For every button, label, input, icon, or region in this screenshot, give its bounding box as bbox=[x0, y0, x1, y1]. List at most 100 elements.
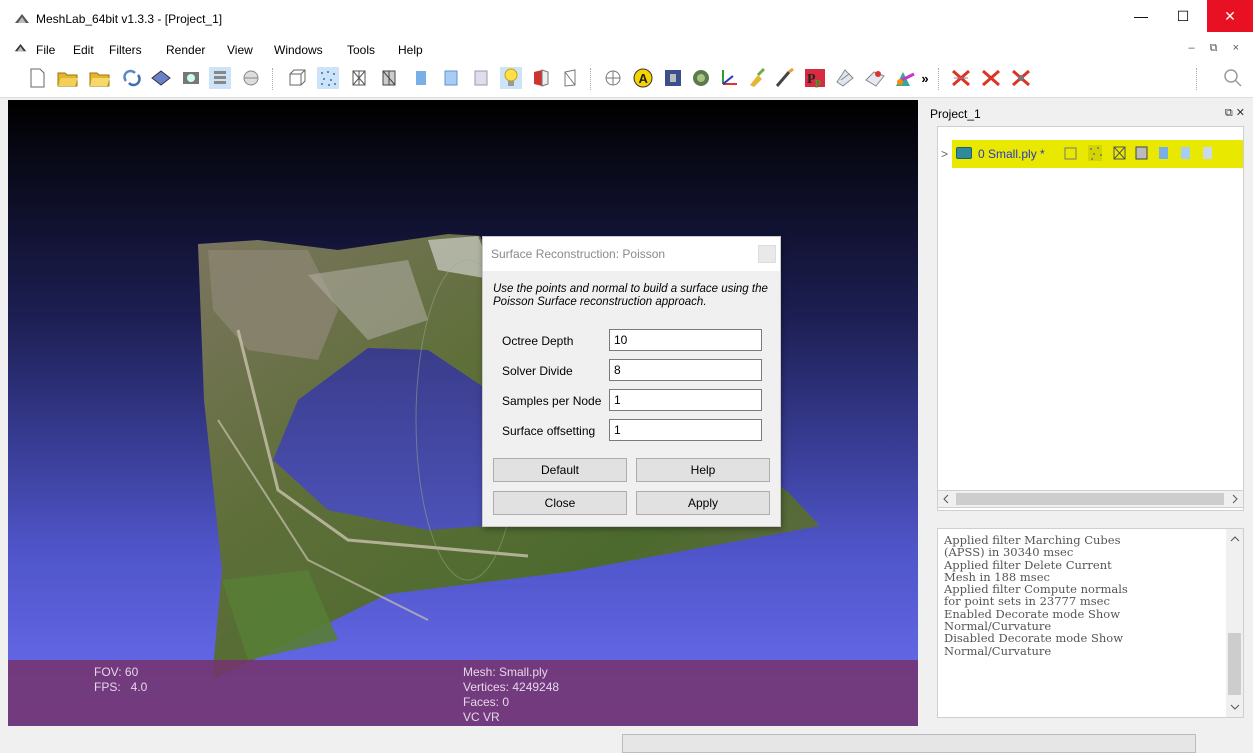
select-vertices-icon[interactable] bbox=[864, 67, 886, 89]
progress-bar bbox=[622, 734, 1196, 753]
octree-depth-input[interactable]: 10 bbox=[609, 329, 762, 351]
project-panel-controls[interactable]: ⧉ ✕ bbox=[1225, 106, 1245, 120]
dialog-close-icon[interactable] bbox=[758, 245, 776, 263]
surface-offsetting-input[interactable]: 1 bbox=[609, 419, 762, 441]
vertices-label: Vertices: 4249248 bbox=[463, 680, 560, 694]
trackball-icon[interactable] bbox=[602, 67, 624, 89]
dialog-description: Use the points and normal to build a sur… bbox=[493, 283, 768, 308]
3d-viewport[interactable]: FOV: 60 FPS: 4.0 Mesh: Small.ply Vertice… bbox=[8, 100, 918, 726]
fov-label: FOV: 60 bbox=[94, 665, 139, 679]
menu-tools[interactable]: Tools bbox=[347, 43, 375, 57]
scrollbar-thumb[interactable] bbox=[956, 493, 1224, 505]
log-vertical-scrollbar[interactable] bbox=[1226, 529, 1243, 717]
color-picker-icon[interactable] bbox=[894, 67, 916, 89]
apply-button[interactable]: Apply bbox=[636, 491, 770, 515]
search-icon[interactable] bbox=[1222, 67, 1244, 89]
wireframe-icon[interactable] bbox=[348, 67, 370, 89]
surface-offsetting-label: Surface offsetting bbox=[502, 424, 596, 438]
samples-per-node-label: Samples per Node bbox=[502, 394, 602, 408]
new-document-icon[interactable] bbox=[26, 67, 48, 89]
meshlab-logo-icon bbox=[15, 14, 29, 23]
menu-help[interactable]: Help bbox=[398, 43, 423, 57]
texture-icon[interactable] bbox=[470, 67, 492, 89]
toolbar-separator bbox=[272, 68, 273, 90]
radar-icon[interactable] bbox=[690, 67, 712, 89]
menu-render[interactable]: Render bbox=[166, 43, 205, 57]
layer-points-icon[interactable] bbox=[1088, 145, 1102, 161]
toolbar-separator bbox=[1196, 68, 1197, 90]
points-icon[interactable] bbox=[317, 67, 339, 89]
layer-list: > 0 Small.ply * bbox=[937, 126, 1244, 511]
color-icon[interactable] bbox=[560, 67, 582, 89]
sphere-icon[interactable] bbox=[240, 67, 262, 89]
open-project-icon[interactable] bbox=[89, 67, 111, 89]
open-folder-icon[interactable] bbox=[57, 67, 79, 89]
save-icon[interactable] bbox=[150, 67, 172, 89]
flat-shading-icon[interactable] bbox=[410, 67, 432, 89]
meshlab-menu-icon bbox=[14, 43, 27, 52]
axis-icon[interactable] bbox=[718, 67, 740, 89]
dialog-title: Surface Reconstruction: Poisson bbox=[483, 237, 780, 271]
reload-icon[interactable] bbox=[121, 67, 143, 89]
layer-row[interactable]: > 0 Small.ply * bbox=[938, 140, 1243, 168]
delete-faces-icon[interactable] bbox=[950, 67, 972, 89]
bounding-box-icon[interactable] bbox=[286, 67, 308, 89]
snapshot-icon[interactable] bbox=[180, 67, 202, 89]
layer-name[interactable]: 0 Small.ply * bbox=[978, 147, 1045, 161]
solver-divide-label: Solver Divide bbox=[502, 364, 573, 378]
brush-icon[interactable] bbox=[774, 67, 796, 89]
scroll-down-icon[interactable] bbox=[1230, 703, 1240, 711]
smooth-shading-icon[interactable] bbox=[440, 67, 462, 89]
samples-per-node-input[interactable]: 1 bbox=[609, 389, 762, 411]
layer-smooth-icon[interactable] bbox=[1180, 145, 1194, 161]
layer-horizontal-scrollbar[interactable] bbox=[937, 490, 1244, 508]
expand-chevron-icon[interactable]: > bbox=[941, 147, 948, 161]
hidden-lines-icon[interactable] bbox=[378, 67, 400, 89]
scroll-right-icon[interactable] bbox=[1231, 494, 1239, 504]
menu-windows[interactable]: Windows bbox=[274, 43, 323, 57]
close-window-button[interactable]: ✕ bbox=[1207, 0, 1253, 32]
window-title: MeshLab_64bit v1.3.3 - [Project_1] bbox=[36, 12, 223, 26]
plugin-icon[interactable]: Pp bbox=[804, 67, 826, 89]
toolbar-separator bbox=[938, 68, 939, 90]
delete-all-icon[interactable] bbox=[1010, 67, 1032, 89]
menu-view[interactable]: View bbox=[227, 43, 253, 57]
layer-texture-icon[interactable] bbox=[1202, 145, 1216, 161]
render-mode-label: VC VR bbox=[463, 710, 500, 724]
help-button[interactable]: Help bbox=[636, 458, 770, 482]
default-button[interactable]: Default bbox=[493, 458, 627, 482]
menu-filters[interactable]: Filters bbox=[109, 43, 142, 57]
layer-wireframe-icon[interactable] bbox=[1113, 145, 1127, 161]
visibility-eye-icon[interactable] bbox=[956, 147, 972, 159]
svg-text:A: A bbox=[639, 71, 649, 86]
menu-file[interactable]: File bbox=[36, 43, 55, 57]
layer-flat-icon[interactable] bbox=[1158, 145, 1172, 161]
octree-depth-label: Octree Depth bbox=[502, 334, 574, 348]
fps-label: FPS: 4.0 bbox=[94, 680, 148, 694]
project-panel-header: Project_1 ⧉ ✕ bbox=[926, 104, 1253, 126]
info-icon[interactable]: A bbox=[632, 67, 654, 89]
point-cloud-render bbox=[198, 234, 820, 680]
maximize-button[interactable]: ☐ bbox=[1160, 0, 1206, 32]
solver-divide-input[interactable]: 8 bbox=[609, 359, 762, 381]
light-icon[interactable] bbox=[500, 67, 522, 89]
paint-icon[interactable] bbox=[746, 67, 768, 89]
menu-bar: File Edit Filters Render View Windows To… bbox=[0, 38, 1253, 60]
log-scrollbar-thumb[interactable] bbox=[1228, 633, 1241, 695]
scroll-up-icon[interactable] bbox=[1230, 535, 1240, 543]
scroll-left-icon[interactable] bbox=[942, 494, 950, 504]
double-side-icon[interactable] bbox=[530, 67, 552, 89]
layer-bbox-icon[interactable] bbox=[1064, 145, 1078, 161]
layer-hidden-lines-icon[interactable] bbox=[1135, 145, 1149, 161]
faces-label: Faces: 0 bbox=[463, 695, 510, 709]
select-faces-icon[interactable] bbox=[834, 67, 856, 89]
delete-vertices-icon[interactable] bbox=[980, 67, 1002, 89]
ruler-icon[interactable] bbox=[662, 67, 684, 89]
menu-edit[interactable]: Edit bbox=[73, 43, 94, 57]
more-icon[interactable]: » bbox=[918, 67, 932, 89]
layers-icon[interactable] bbox=[209, 67, 231, 89]
minimize-button[interactable]: — bbox=[1118, 0, 1164, 32]
mesh-name-label: Mesh: Small.ply bbox=[463, 665, 548, 679]
mdi-window-controls[interactable]: – ⧉ × bbox=[1188, 42, 1245, 55]
close-button[interactable]: Close bbox=[493, 491, 627, 515]
